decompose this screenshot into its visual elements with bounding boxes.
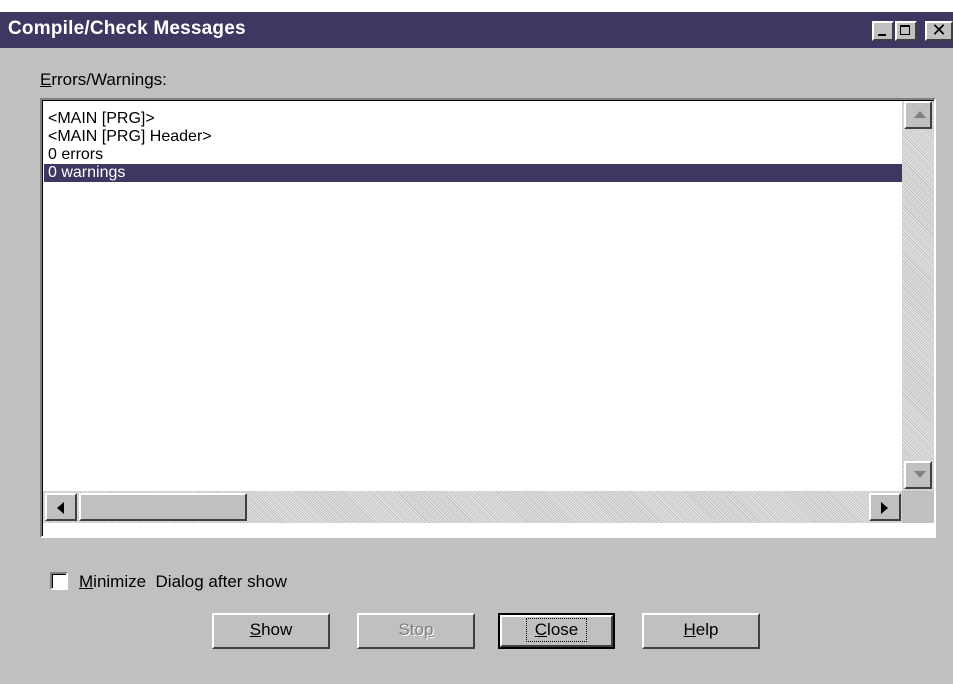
messages-list: <MAIN [PRG]> <MAIN [PRG] Header> 0 error… xyxy=(44,110,902,182)
scroll-down-button[interactable] xyxy=(904,461,932,489)
horizontal-scroll-thumb[interactable] xyxy=(79,493,247,521)
show-button-accel: S xyxy=(249,620,262,639)
scroll-right-button[interactable] xyxy=(869,493,901,521)
scroll-left-button[interactable] xyxy=(45,493,77,521)
help-button[interactable]: Help xyxy=(642,613,760,649)
stop-button[interactable]: Stop xyxy=(357,613,475,649)
minimize-dialog-label-accel: M xyxy=(79,572,94,591)
close-button-bevel xyxy=(500,615,613,647)
compile-check-dialog: Compile/Check Messages ✕ Errors/Warnings… xyxy=(0,12,953,684)
close-window-button[interactable]: ✕ xyxy=(925,20,953,41)
help-button-accel: H xyxy=(683,620,696,639)
stop-button-label: Sto xyxy=(398,620,425,639)
vertical-scrollbar[interactable] xyxy=(902,101,934,491)
minimize-dialog-checkbox[interactable] xyxy=(50,572,68,590)
horizontal-scrollbar[interactable] xyxy=(43,491,902,523)
minimize-dialog-label-rest: inimize Dialog after show xyxy=(93,572,287,591)
show-button-label: how xyxy=(261,620,293,639)
close-icon: ✕ xyxy=(931,20,947,41)
list-item-selected[interactable]: 0 warnings xyxy=(44,164,902,182)
scroll-up-button[interactable] xyxy=(904,101,932,129)
list-item[interactable]: 0 errors xyxy=(44,146,902,164)
arrow-right-icon xyxy=(881,502,888,514)
help-button-label: elp xyxy=(695,620,719,639)
messages-listbox[interactable]: <MAIN [PRG]> <MAIN [PRG] Header> 0 error… xyxy=(40,98,936,538)
close-button[interactable]: Close xyxy=(498,613,615,649)
arrow-up-icon xyxy=(914,111,926,118)
minimize-dialog-label[interactable]: Minimize Dialog after show xyxy=(79,571,287,593)
window-title: Compile/Check Messages xyxy=(8,18,246,39)
errors-warnings-label: Errors/Warnings: xyxy=(40,70,167,90)
listbox-frame: <MAIN [PRG]> <MAIN [PRG] Header> 0 error… xyxy=(42,100,934,536)
list-item[interactable]: <MAIN [PRG]> xyxy=(44,110,902,128)
stop-button-accel: p xyxy=(424,620,434,639)
arrow-left-icon xyxy=(57,502,64,514)
maximize-icon xyxy=(900,25,910,35)
arrow-down-icon xyxy=(914,471,926,478)
minimize-button[interactable] xyxy=(872,21,894,41)
errors-warnings-label-accel: E xyxy=(40,70,52,89)
scroll-corner xyxy=(902,491,934,523)
list-item[interactable]: <MAIN [PRG] Header> xyxy=(44,128,902,146)
title-bar[interactable]: Compile/Check Messages ✕ xyxy=(0,12,953,48)
errors-warnings-label-rest: rrors/Warnings: xyxy=(51,70,167,89)
maximize-button[interactable] xyxy=(895,21,917,41)
show-button[interactable]: Show xyxy=(212,613,330,649)
minimize-icon xyxy=(878,34,886,36)
